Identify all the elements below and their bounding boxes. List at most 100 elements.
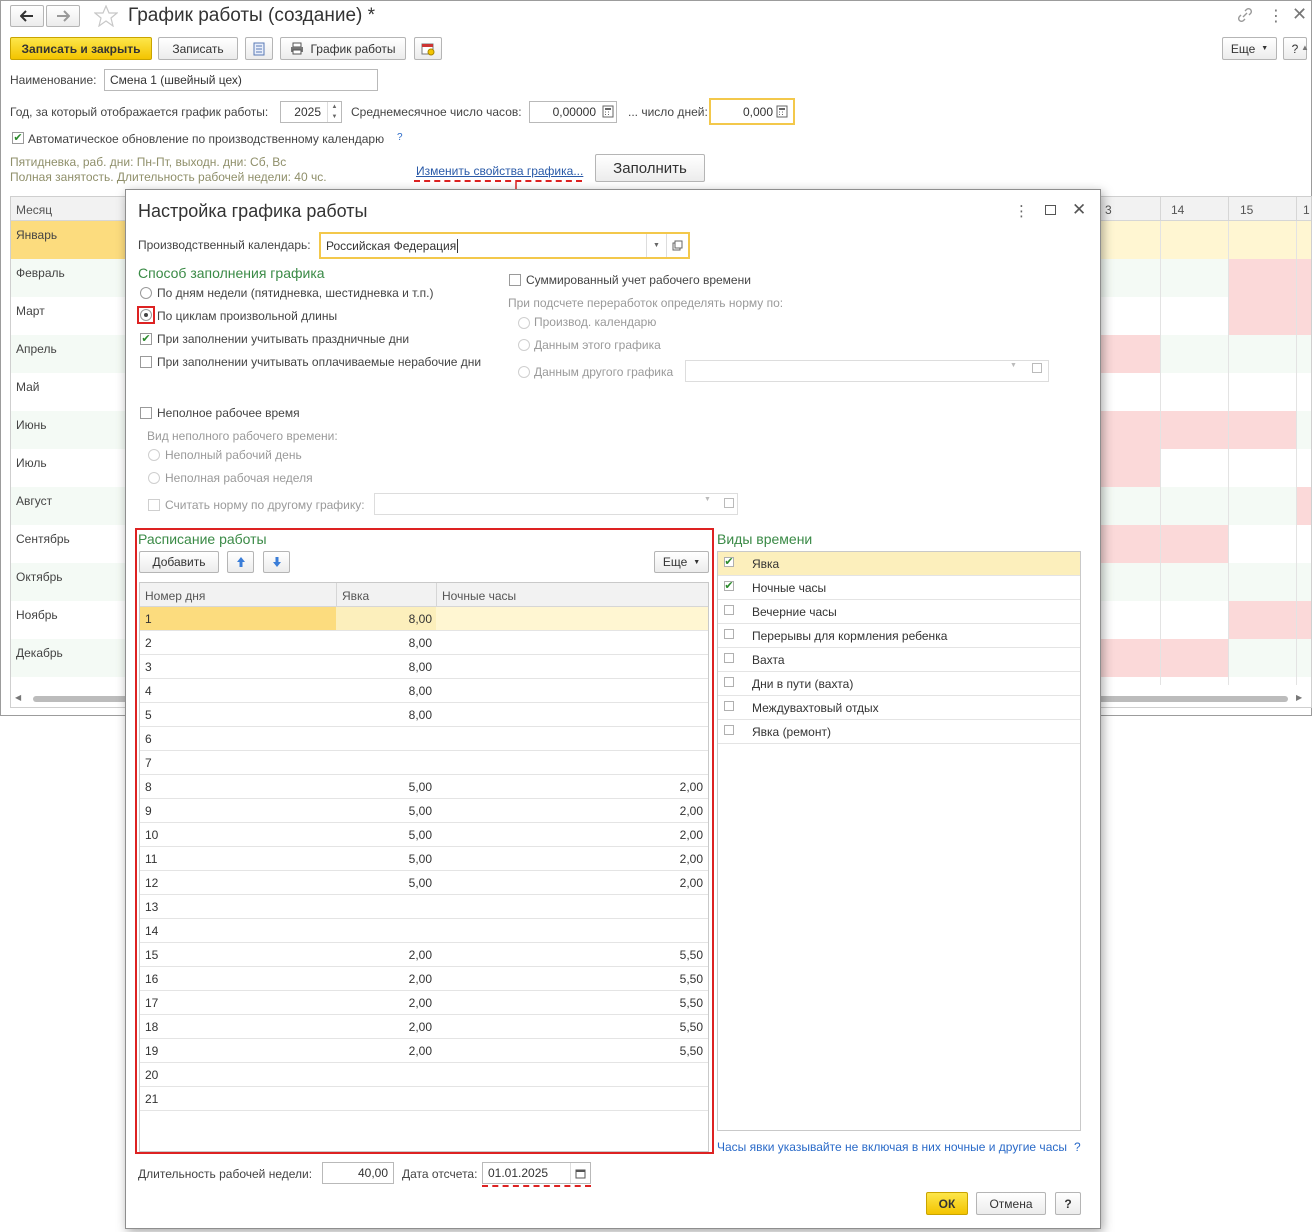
save-and-close-button[interactable]: Записать и закрыть [10,37,152,60]
add-row-button[interactable]: Добавить [139,551,219,573]
day-cell[interactable] [1229,335,1296,373]
day-cell[interactable] [1097,297,1160,335]
calendar-dropdown-icon[interactable]: ▼ [646,234,666,257]
year-spinner[interactable]: ▲ ▼ [327,102,341,122]
time-type-checkbox[interactable]: ✔ [724,580,734,591]
day-cell[interactable] [1161,297,1228,335]
day-cell[interactable] [1297,297,1311,335]
change-properties-link[interactable]: Изменить свойства графика... [416,164,583,178]
time-type-row[interactable]: Перерывы для кормления ребенка [718,624,1080,648]
day-cell[interactable] [1097,259,1160,297]
radio-prod-calendar[interactable] [518,317,530,329]
scroll-left-icon[interactable]: ◀ [15,693,21,702]
norm-other-select[interactable] [374,493,738,515]
day-cell[interactable] [1297,487,1311,525]
time-type-checkbox[interactable] [724,653,734,663]
calendar-select[interactable]: Российская Федерация [319,232,690,259]
day-cell[interactable] [1297,639,1311,677]
schedule-row[interactable]: 4 8,00 [140,679,708,703]
time-type-row[interactable]: Явка (ремонт) [718,720,1080,744]
dialog-close-icon[interactable]: ✕ [1072,200,1086,220]
day-cell[interactable] [1297,221,1311,259]
day-cell[interactable] [1297,259,1311,297]
day-cell[interactable] [1229,601,1296,639]
day-cell[interactable] [1161,221,1228,259]
other-schedule-dropdown-icon[interactable]: ▼ [1010,362,1017,369]
fill-button[interactable]: Заполнить [595,154,705,182]
schedule-row[interactable]: 5 8,00 [140,703,708,727]
schedule-row[interactable]: 10 5,00 2,00 [140,823,708,847]
day-cell[interactable] [1097,525,1160,563]
schedule-row[interactable]: 18 2,00 5,50 [140,1015,708,1039]
col-night-hours[interactable]: Ночные часы [442,589,516,603]
day-cell[interactable] [1097,563,1160,601]
schedule-row[interactable]: 15 2,00 5,50 [140,943,708,967]
ref-date-calendar-button[interactable] [570,1163,590,1183]
day-cell[interactable] [1297,449,1311,487]
schedule-row[interactable]: 21 [140,1087,708,1111]
day-cell[interactable] [1297,411,1311,449]
day-cell[interactable] [1097,601,1160,639]
save-button[interactable]: Записать [158,37,238,60]
paid-nonwork-checkbox[interactable] [140,356,152,368]
col-day-number[interactable]: Номер дня [145,589,205,603]
time-type-checkbox[interactable]: ✔ [724,556,734,567]
norm-other-dropdown-icon[interactable]: ▼ [704,496,711,503]
col-yavka[interactable]: Явка [342,589,369,603]
schedule-row[interactable]: 11 5,00 2,00 [140,847,708,871]
day-cell[interactable] [1229,411,1296,449]
schedule-row[interactable]: 3 8,00 [140,655,708,679]
day-cell[interactable] [1097,487,1160,525]
time-type-checkbox[interactable] [724,605,734,615]
day-cell[interactable] [1297,601,1311,639]
time-type-row[interactable]: Вахта [718,648,1080,672]
scroll-right-icon[interactable]: ▶ [1296,693,1302,702]
radio-part-week[interactable] [148,472,160,484]
day-cell[interactable] [1229,221,1296,259]
day-cell[interactable] [1229,487,1296,525]
more-menu-button[interactable]: Еще ▼ [1222,37,1277,60]
day-cell[interactable] [1297,373,1311,411]
day-cell[interactable] [1229,297,1296,335]
schedule-more-button[interactable]: Еще ▼ [654,551,709,573]
time-type-checkbox[interactable] [724,701,734,711]
schedule-row[interactable]: 12 5,00 2,00 [140,871,708,895]
norm-other-checkbox[interactable] [148,499,160,511]
time-type-row[interactable]: ✔ Явка [718,552,1080,576]
auto-update-checkbox[interactable]: ✔ [12,132,24,144]
day-cell[interactable] [1097,639,1160,677]
day-cell[interactable] [1161,525,1228,563]
auto-update-help[interactable]: ? [397,132,403,143]
day-cell[interactable] [1161,449,1228,487]
other-schedule-open-icon[interactable] [1032,363,1042,373]
day-cell[interactable] [1297,563,1311,601]
calendar-settings-button[interactable] [414,37,442,60]
day-cell[interactable] [1097,411,1160,449]
day-cell[interactable] [1161,601,1228,639]
radio-this-schedule[interactable] [518,339,530,351]
hint-help[interactable]: ? [1074,1140,1081,1154]
schedule-row[interactable]: 2 8,00 [140,631,708,655]
close-icon[interactable]: ✕ [1292,4,1307,25]
day-cell[interactable] [1161,563,1228,601]
schedule-row[interactable]: 8 5,00 2,00 [140,775,708,799]
ok-button[interactable]: ОК [926,1192,968,1215]
day-cell[interactable] [1229,373,1296,411]
back-button[interactable] [10,5,44,27]
schedule-row[interactable]: 17 2,00 5,50 [140,991,708,1015]
move-up-button[interactable] [227,551,254,573]
forward-button[interactable] [46,5,80,27]
time-type-checkbox[interactable] [724,629,734,639]
schedule-row[interactable]: 16 2,00 5,50 [140,967,708,991]
maximize-icon[interactable] [1045,205,1056,215]
day-cell[interactable] [1097,373,1160,411]
day-cell[interactable] [1161,373,1228,411]
day-cell[interactable] [1229,639,1296,677]
move-down-button[interactable] [263,551,290,573]
day-cell[interactable] [1229,525,1296,563]
day-cell[interactable] [1297,525,1311,563]
schedule-print-button[interactable]: График работы [280,37,406,60]
day-cell[interactable] [1097,335,1160,373]
schedule-row[interactable]: 14 [140,919,708,943]
star-icon[interactable] [94,5,118,27]
